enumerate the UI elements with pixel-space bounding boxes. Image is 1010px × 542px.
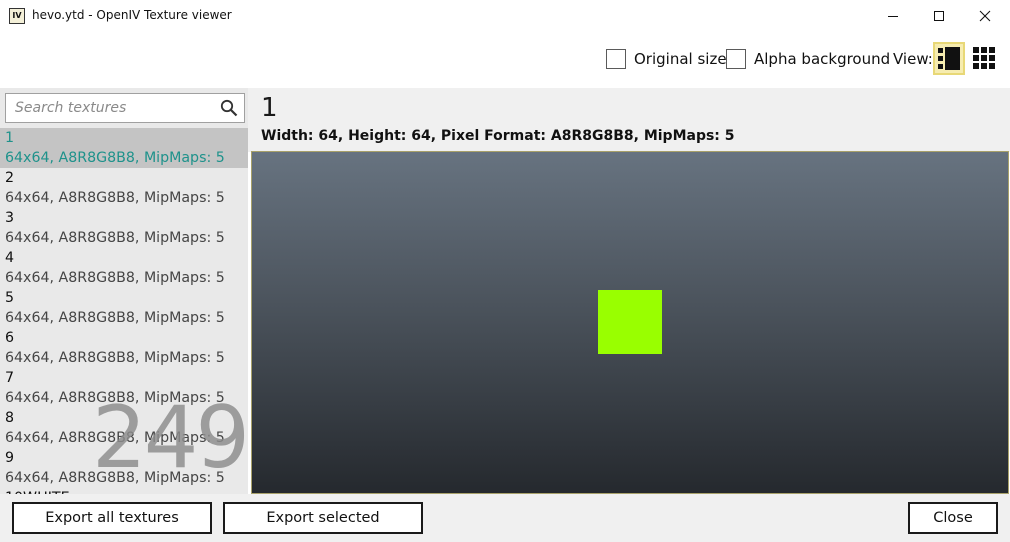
window-close-button[interactable] — [962, 0, 1008, 32]
texture-item-name: 3 — [5, 210, 15, 226]
export-selected-button[interactable]: Export selected — [223, 502, 423, 534]
texture-header: 1 Width: 64, Height: 64, Pixel Format: A… — [248, 88, 1010, 152]
texture-list-item[interactable]: 1 64x64, A8R8G8B8, MipMaps: 5 — [0, 128, 248, 168]
texture-image — [598, 290, 662, 354]
texture-item-info: 64x64, A8R8G8B8, MipMaps: 5 — [5, 430, 225, 446]
texture-list-item[interactable]: 7 64x64, A8R8G8B8, MipMaps: 5 — [0, 368, 248, 408]
window-title: hevo.ytd - OpenIV Texture viewer — [32, 8, 232, 22]
texture-item-name: 5 — [5, 290, 15, 306]
texture-item-info: 64x64, A8R8G8B8, MipMaps: 5 — [5, 150, 225, 166]
texture-item-info: 64x64, A8R8G8B8, MipMaps: 5 — [5, 350, 225, 366]
texture-list-item[interactable]: 4 64x64, A8R8G8B8, MipMaps: 5 — [0, 248, 248, 288]
minimize-icon — [888, 16, 898, 17]
view-label: View: — [893, 50, 933, 68]
texture-item-info: 64x64, A8R8G8B8, MipMaps: 5 — [5, 190, 225, 206]
texture-title: 1 — [261, 93, 278, 123]
list-view-button[interactable] — [933, 42, 965, 75]
texture-list-item[interactable]: 6 64x64, A8R8G8B8, MipMaps: 5 — [0, 328, 248, 368]
texture-item-name: 7 — [5, 370, 15, 386]
close-button[interactable]: Close — [908, 502, 998, 534]
texture-list-item[interactable]: 5 64x64, A8R8G8B8, MipMaps: 5 — [0, 288, 248, 328]
openiv-app-icon: IV — [9, 8, 25, 24]
maximize-button[interactable] — [916, 0, 962, 32]
maximize-icon — [934, 11, 944, 21]
alpha-background-checkbox[interactable] — [726, 49, 746, 69]
texture-list-item[interactable]: 9 64x64, A8R8G8B8, MipMaps: 5 — [0, 448, 248, 488]
toolbar: Original size Alpha background View: — [0, 32, 1010, 88]
minimize-button[interactable] — [870, 0, 916, 32]
footer: Export all textures Export selected Clos… — [0, 494, 1010, 542]
texture-item-name: 1 — [5, 130, 15, 146]
texture-item-info: 64x64, A8R8G8B8, MipMaps: 5 — [5, 470, 225, 486]
search-box[interactable] — [5, 93, 245, 123]
texture-preview[interactable] — [251, 151, 1009, 494]
texture-item-name: 2 — [5, 170, 15, 186]
texture-item-info: 64x64, A8R8G8B8, MipMaps: 5 — [5, 270, 225, 286]
list-view-icon — [938, 47, 960, 70]
texture-item-name: 9 — [5, 450, 15, 466]
search-icon[interactable] — [220, 99, 238, 117]
texture-details: Width: 64, Height: 64, Pixel Format: A8R… — [261, 128, 735, 144]
texture-list-item[interactable]: 8 64x64, A8R8G8B8, MipMaps: 5 — [0, 408, 248, 448]
export-all-button[interactable]: Export all textures — [12, 502, 212, 534]
texture-list[interactable]: 1 64x64, A8R8G8B8, MipMaps: 5 2 64x64, A8R8… — [0, 128, 248, 494]
original-size-label[interactable]: Original size — [634, 50, 727, 68]
grid-view-icon — [973, 47, 995, 69]
texture-item-name: 8 — [5, 410, 15, 426]
close-icon — [979, 10, 991, 22]
texture-list-item[interactable]: 2 64x64, A8R8G8B8, MipMaps: 5 — [0, 168, 248, 208]
alpha-background-label[interactable]: Alpha background — [754, 50, 890, 68]
texture-item-info: 64x64, A8R8G8B8, MipMaps: 5 — [5, 390, 225, 406]
texture-list-item[interactable]: 3 64x64, A8R8G8B8, MipMaps: 5 — [0, 208, 248, 248]
texture-item-name: 4 — [5, 250, 15, 266]
title-bar[interactable]: IV hevo.ytd - OpenIV Texture viewer — [0, 0, 1010, 32]
texture-sidebar: 1 64x64, A8R8G8B8, MipMaps: 5 2 64x64, A8R8… — [0, 88, 248, 494]
texture-item-name: 6 — [5, 330, 15, 346]
grid-view-button[interactable] — [970, 42, 1002, 75]
search-input[interactable] — [6, 94, 216, 122]
original-size-checkbox[interactable] — [606, 49, 626, 69]
texture-item-info: 64x64, A8R8G8B8, MipMaps: 5 — [5, 310, 225, 326]
texture-item-info: 64x64, A8R8G8B8, MipMaps: 5 — [5, 230, 225, 246]
